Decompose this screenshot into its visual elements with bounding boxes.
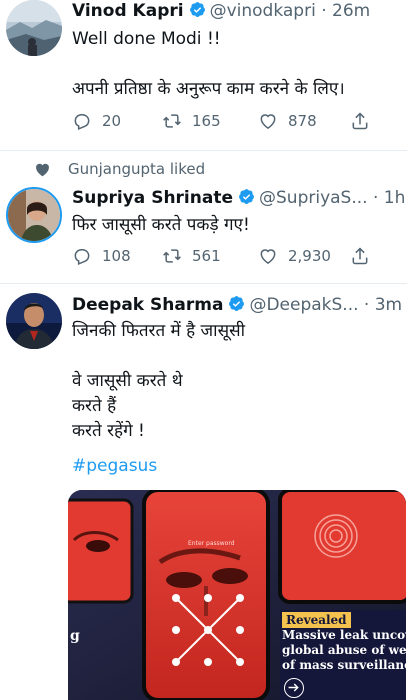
author-name[interactable]: Vinod Kapri bbox=[72, 1, 184, 21]
tweet-time[interactable]: 3m bbox=[375, 295, 402, 315]
tweet-time[interactable]: 26m bbox=[332, 1, 370, 21]
media-headline-line: of mass surveillance bbox=[282, 658, 406, 672]
verified-badge-icon bbox=[239, 189, 254, 204]
retweet-icon bbox=[163, 114, 181, 128]
separator-dot: · bbox=[367, 188, 384, 208]
retweet-count: 165 bbox=[192, 112, 221, 130]
hashtag-link[interactable]: #pegasus bbox=[72, 454, 157, 479]
heart-filled-icon bbox=[36, 163, 49, 176]
like-count: 2,930 bbox=[288, 247, 331, 265]
verified-badge-icon bbox=[229, 296, 245, 311]
tweet-supriya-shrinate[interactable]: Supriya Shrinate @SupriyaS... · 1h फिर जा… bbox=[0, 183, 407, 283]
author-handle[interactable]: @SupriyaS... bbox=[259, 188, 368, 208]
tweet-text: फिर जासूसी करते पकड़े गए! bbox=[72, 215, 250, 235]
avatar[interactable] bbox=[6, 0, 62, 56]
media-edge-letter: g bbox=[70, 628, 80, 644]
reply-count: 20 bbox=[102, 112, 122, 130]
like-button[interactable]: 878 bbox=[258, 111, 317, 131]
media-headline-line: Massive leak uncove bbox=[282, 628, 406, 642]
tweet-text: Well done Modi !! अपनी प्रतिष्ठा के अनुर… bbox=[72, 29, 345, 99]
share-button[interactable] bbox=[350, 111, 380, 131]
share-icon bbox=[352, 112, 368, 130]
heart-icon bbox=[260, 114, 276, 129]
media-headline-line: global abuse of weap bbox=[282, 643, 406, 657]
retweet-button[interactable]: 561 bbox=[162, 246, 221, 266]
like-button[interactable]: 2,930 bbox=[258, 246, 331, 266]
reply-icon bbox=[74, 114, 90, 131]
media-screen-text: Enter password bbox=[188, 540, 235, 547]
author-handle[interactable]: @DeepakS... bbox=[249, 295, 358, 315]
like-count: 878 bbox=[288, 112, 317, 130]
verified-badge-icon bbox=[189, 2, 205, 17]
tweet-vinod-kapri[interactable]: Vinod Kapri @vinodkapri · 26m Well done M… bbox=[0, 0, 407, 150]
author-handle[interactable]: @vinodkapri bbox=[210, 1, 316, 21]
media-headline: Massive leak uncove global abuse of weap… bbox=[282, 628, 406, 673]
divider bbox=[0, 283, 407, 284]
tweet-time[interactable]: 1h bbox=[384, 188, 406, 208]
avatar[interactable] bbox=[6, 293, 62, 349]
media-tag: Revealed bbox=[282, 612, 351, 628]
tweet-media-image[interactable]: Enter password g Revealed Massive leak u… bbox=[68, 490, 406, 700]
reply-icon bbox=[74, 249, 90, 266]
social-context: Gunjangupta liked bbox=[34, 157, 205, 181]
avatar[interactable] bbox=[6, 187, 62, 243]
retweet-count: 561 bbox=[192, 247, 221, 265]
tweet-actions: 108 561 2,930 bbox=[72, 246, 372, 270]
retweet-icon bbox=[163, 249, 181, 263]
reply-button[interactable]: 108 bbox=[72, 246, 131, 266]
divider bbox=[0, 150, 407, 151]
author-name[interactable]: Deepak Sharma bbox=[72, 295, 223, 315]
liked-by-text[interactable]: Gunjangupta liked bbox=[68, 160, 205, 178]
tweet-text: जिनकी फितरत में है जासूसी वे जासूसी करते… bbox=[72, 321, 245, 441]
tweet-actions: 20 165 878 bbox=[72, 111, 372, 135]
arrow-right-icon bbox=[288, 683, 299, 692]
separator-dot: · bbox=[358, 295, 375, 315]
share-button[interactable] bbox=[350, 246, 380, 266]
reply-count: 108 bbox=[102, 247, 131, 265]
media-arrow-button[interactable] bbox=[284, 678, 304, 698]
heart-icon bbox=[260, 249, 276, 264]
retweet-button[interactable]: 165 bbox=[162, 111, 221, 131]
author-name[interactable]: Supriya Shrinate bbox=[72, 188, 233, 208]
separator-dot: · bbox=[315, 1, 333, 21]
reply-button[interactable]: 20 bbox=[72, 111, 121, 131]
share-icon bbox=[352, 247, 368, 265]
